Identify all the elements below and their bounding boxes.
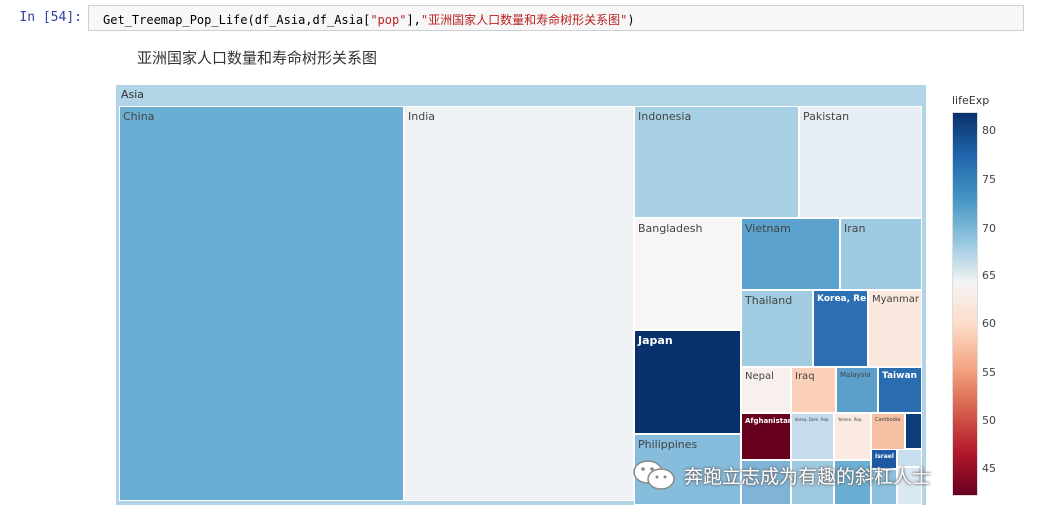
tile-label: Japan xyxy=(638,334,673,347)
treemap-tile-myanmar[interactable]: Myanmar xyxy=(868,290,922,367)
tile-label: Afghanistan xyxy=(745,417,791,425)
watermark: 奔跑立志成为有趣的斜杠人士 xyxy=(632,456,1012,496)
tile-label: India xyxy=(408,110,435,123)
code-end: ) xyxy=(627,13,635,27)
tile-label: Taiwan xyxy=(882,371,917,381)
treemap-tile-afghanistan[interactable]: Afghanistan xyxy=(741,413,791,460)
tile-label: Myanmar xyxy=(872,294,919,305)
tile-label: Yemen, Rep. xyxy=(838,417,863,422)
tile-label: Indonesia xyxy=(638,110,692,123)
code-fn: Get_Treemap_Pop_Life(df_Asia,df_Asia[ xyxy=(103,13,371,27)
colorbar-tick: 75 xyxy=(982,173,996,186)
treemap-tile-china[interactable]: China xyxy=(119,106,404,501)
tile-label: Korea, Dem. Rep. xyxy=(795,417,830,422)
colorbar-tick: 80 xyxy=(982,124,996,137)
treemap-tile-iraq[interactable]: Iraq xyxy=(791,367,836,413)
code-arg-title: "亚洲国家人口数量和寿命树形关系图" xyxy=(420,13,628,27)
colorbar-tick: 70 xyxy=(982,222,996,235)
tile-label: Thailand xyxy=(745,294,793,307)
tile-label: Cambodia xyxy=(875,417,901,423)
treemap-tile-korea-dem-rep[interactable]: Korea, Dem. Rep. xyxy=(791,413,834,460)
treemap-tile-japan[interactable]: Japan xyxy=(634,330,741,434)
tile-label: Iraq xyxy=(795,371,815,382)
colorbar-tick: 55 xyxy=(982,366,996,379)
tile-label: Nepal xyxy=(745,371,774,382)
treemap-tile-taiwan[interactable]: Taiwan xyxy=(878,367,922,413)
treemap-tile-small[interactable] xyxy=(905,413,922,449)
tile-label: Vietnam xyxy=(745,222,791,235)
colorbar-title: lifeExp xyxy=(952,94,990,107)
figure-title: 亚洲国家人口数量和寿命树形关系图 xyxy=(137,49,378,67)
treemap-tile-vietnam[interactable]: Vietnam xyxy=(741,218,840,290)
tile-label: China xyxy=(123,110,155,123)
treemap-tile-bangladesh[interactable]: Bangladesh xyxy=(634,218,741,330)
treemap-tile-malaysia[interactable]: Malaysia xyxy=(836,367,878,413)
colorbar-tick: 60 xyxy=(982,317,996,330)
tile-label: Philippines xyxy=(638,438,698,451)
treemap-tile-pakistan[interactable]: Pakistan xyxy=(799,106,922,218)
tile-label: Malaysia xyxy=(840,371,871,379)
colorbar-tick: 65 xyxy=(982,269,996,282)
code-arg-pop: "pop" xyxy=(370,13,407,27)
treemap-tile-thailand[interactable]: Thailand xyxy=(741,290,813,367)
colorbar xyxy=(952,112,978,496)
tile-label: Bangladesh xyxy=(638,222,703,235)
code-cell[interactable]: Get_Treemap_Pop_Life(df_Asia,df_Asia["po… xyxy=(88,5,1024,31)
wechat-icon xyxy=(633,460,675,490)
treemap-tile-indonesia[interactable]: Indonesia xyxy=(634,106,799,218)
cell-prompt: In [54]: xyxy=(19,10,82,25)
treemap-tile-iran[interactable]: Iran xyxy=(840,218,922,290)
colorbar-tick: 50 xyxy=(982,414,996,427)
code-mid: ], xyxy=(406,13,421,27)
treemap-tile-nepal[interactable]: Nepal xyxy=(741,367,791,413)
treemap[interactable]: Asia China India Indonesia Pakistan Banglade… xyxy=(116,85,926,505)
root-label: Asia xyxy=(121,88,145,101)
code-text[interactable]: Get_Treemap_Pop_Life(df_Asia,df_Asia["po… xyxy=(103,11,635,28)
tile-label: Korea, Rep. xyxy=(817,294,867,304)
watermark-text: 奔跑立志成为有趣的斜杠人士 xyxy=(684,466,932,488)
treemap-tile-korea-rep[interactable]: Korea, Rep. xyxy=(813,290,868,367)
treemap-tile-yemen-rep[interactable]: Yemen, Rep. xyxy=(834,413,871,460)
tile-label: Iran xyxy=(844,222,866,235)
treemap-tile-india[interactable]: India xyxy=(404,106,634,501)
tile-label: Pakistan xyxy=(803,110,850,123)
